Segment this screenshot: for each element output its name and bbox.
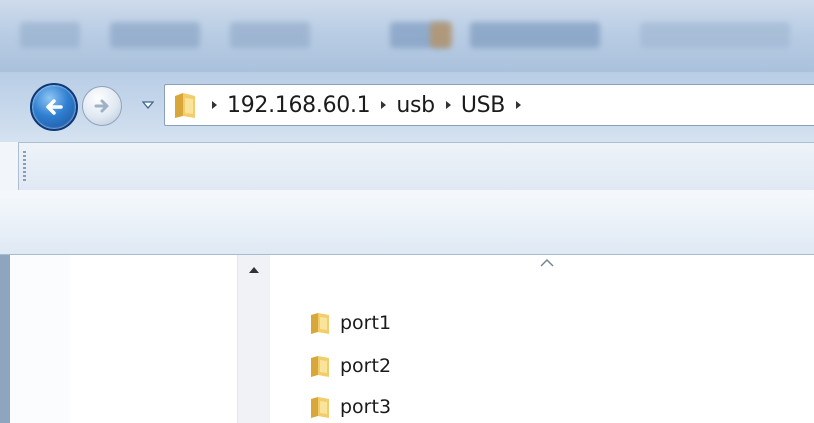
folder-icon [311,356,329,377]
blurred-toolbar-area [470,22,600,48]
navigation-tree [70,255,237,423]
address-bar[interactable]: 192.168.60.1 usb USB [164,84,814,126]
navigation-pane [10,255,237,423]
window-left-border [0,255,10,423]
menu-toolbar [18,142,814,191]
blurred-toolbar-area [230,22,310,48]
folder-icon [311,397,329,418]
item-name: port1 [340,312,392,334]
toolbar-grip[interactable] [23,151,26,183]
blurred-toolbar-area [110,22,200,48]
breadcrumb-separator-icon[interactable] [513,100,523,110]
file-list-item[interactable]: port1 [308,308,391,338]
back-button[interactable] [30,83,78,131]
command-toolbar [0,198,814,255]
item-name: port2 [340,355,392,377]
navigation-pane-scrollbar[interactable] [237,255,271,423]
item-name: port3 [340,396,392,418]
folder-icon [311,313,329,334]
blurred-toolbar-area [20,22,80,48]
file-list-item[interactable]: port2 [308,351,391,381]
breadcrumb-192-168-60-1[interactable]: 192.168.60.1 [227,93,371,118]
forward-button[interactable] [82,86,122,126]
breadcrumb-separator-icon[interactable] [443,100,453,110]
sort-ascending-icon[interactable] [540,259,554,267]
breadcrumb-usb[interactable]: usb [396,93,435,118]
blurred-toolbar-area [430,22,452,48]
breadcrumb-separator-icon[interactable] [209,100,219,110]
file-list-item[interactable]: port3 [308,392,391,422]
toolbar-divider [0,190,814,198]
back-arrow-icon [46,99,63,115]
breadcrumb-separator-icon[interactable] [378,100,388,110]
blurred-toolbar-area [640,22,790,48]
scroll-up-arrow-icon[interactable] [248,265,260,275]
breadcrumb-USB[interactable]: USB [461,93,506,118]
recent-pages-dropdown-icon[interactable] [142,100,154,110]
file-list-pane: port1 port2 port3 [270,255,814,423]
window-titlebar [0,0,814,72]
forward-arrow-icon [94,99,109,113]
folder-icon [175,93,195,118]
